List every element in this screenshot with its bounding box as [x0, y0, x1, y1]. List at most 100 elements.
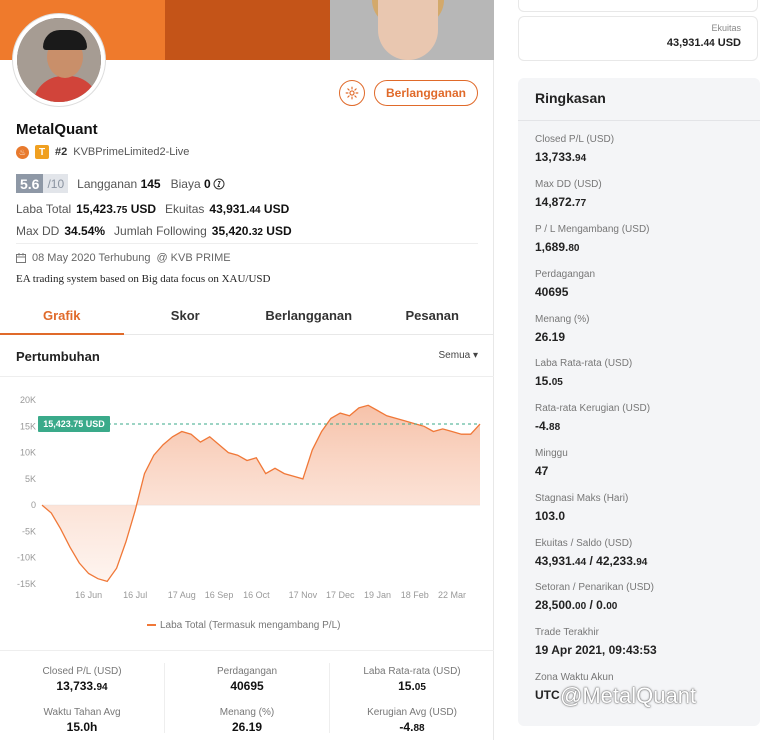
summary-title: Ringkasan	[535, 90, 606, 106]
current-value-label: 15,423.75 USD	[43, 419, 105, 429]
summary-item-value: 28,500.00 / 0.00	[535, 598, 618, 612]
server-name: KVBPrimeLimited2-Live	[73, 146, 190, 158]
x-tick-label: 16 Oct	[243, 590, 270, 600]
summary-item: Ekuitas / Saldo (USD) 43,931.44 / 42,233.…	[535, 538, 647, 568]
x-tick-label: 16 Jul	[123, 590, 147, 600]
summary-item-label: Perdagangan	[535, 269, 596, 280]
x-tick-label: 16 Jun	[75, 590, 102, 600]
x-tick-label: 22 Mar	[438, 590, 466, 600]
y-tick-label: 20K	[20, 395, 36, 405]
summary-item: Laba Rata-rata (USD) 15.05	[535, 358, 632, 388]
summary-item: Rata-rata Kerugian (USD) -4.88	[535, 403, 650, 433]
summary-item-label: Setoran / Penarikan (USD)	[535, 582, 654, 593]
maxdd-value: 34.54%	[64, 224, 106, 238]
stat-avg-hold: Waktu Tahan Avg 15.0h	[43, 707, 121, 734]
summary-item-value: 15.05	[535, 374, 563, 388]
maxdd-label: Max DD	[16, 224, 60, 238]
summary-item-label: Stagnasi Maks (Hari)	[535, 493, 629, 504]
rank: #2	[55, 146, 68, 158]
tab-skor[interactable]: Skor	[124, 297, 248, 334]
y-tick-label: 15K	[20, 421, 36, 431]
summary-item-label: Menang (%)	[535, 314, 590, 325]
summary-item-label: Max DD (USD)	[535, 179, 602, 190]
fee-label: Biaya	[170, 176, 201, 191]
trader-name: MetalQuant	[16, 121, 98, 138]
equity-card: Ekuitas 43,931.44 USD	[518, 16, 758, 61]
summary-item-value: 1,689.80	[535, 240, 580, 254]
y-tick-label: -10K	[17, 553, 36, 563]
subscribe-button[interactable]: Berlangganan	[374, 80, 478, 106]
summary-item-label: Ekuitas / Saldo (USD)	[535, 538, 633, 549]
following-value: 35,420.32 USD	[211, 224, 292, 238]
summary-item-value: 43,931.44 / 42,233.94	[535, 554, 648, 568]
summary-item-label: Zona Waktu Akun	[535, 672, 614, 683]
following-label: Jumlah Following	[114, 224, 207, 238]
t-badge-icon: T	[35, 145, 49, 159]
calendar-icon	[16, 253, 26, 263]
total-profit-value: 15,423.75 USD	[76, 202, 157, 216]
summary-item-value: 103.0	[535, 509, 566, 523]
y-tick-label: 0	[31, 500, 36, 510]
x-tick-label: 16 Sep	[205, 590, 234, 600]
avatar[interactable]	[13, 14, 105, 106]
settings-button[interactable]	[339, 80, 365, 106]
growth-header: Pertumbuhan Semua ▾	[0, 335, 494, 377]
summary-item-label: Trade Terakhir	[535, 627, 599, 638]
equity-card-value: 43,931.44 USD	[666, 37, 741, 49]
summary-item-label: Rata-rata Kerugian (USD)	[535, 403, 651, 414]
equity-label: Ekuitas	[165, 202, 205, 216]
summary-item-value: -4.88	[535, 419, 561, 433]
stat-trades: Perdagangan 40695	[216, 666, 278, 693]
summary-item-value: 13,733.94	[535, 150, 587, 164]
stats-grid: Closed P/L (USD) 13,733.94 Perdagangan 4…	[0, 650, 494, 740]
score-row: 5.6 /10 Langganan 145 Biaya 0	[16, 174, 225, 193]
growth-title: Pertumbuhan	[16, 349, 100, 364]
tab-grafik[interactable]: Grafik	[0, 297, 124, 335]
gear-icon	[345, 86, 359, 100]
tab-pesanan[interactable]: Pesanan	[371, 297, 495, 334]
banner-photo	[330, 0, 494, 60]
summary-item: Minggu 47	[535, 448, 568, 478]
total-profit-label: Laba Total	[16, 202, 72, 216]
summary-item-value: 14,872.77	[535, 195, 587, 209]
fee-value: 0	[204, 176, 211, 191]
y-tick-label: -5K	[22, 526, 36, 536]
score-value: 5.6	[16, 174, 44, 193]
summary-item-value: 26.19	[535, 330, 566, 344]
y-tick-label: -15K	[17, 579, 36, 589]
banner-photo-face	[378, 0, 438, 60]
banner-tile-dark-orange	[165, 0, 330, 60]
summary-panel: Ringkasan Closed P/L (USD) 13,733.94 Max D…	[518, 78, 760, 726]
summary-item-label: Closed P/L (USD)	[535, 134, 615, 145]
summary-item-label: Minggu	[535, 448, 568, 459]
connected-date: 08 May 2020 Terhubung	[32, 252, 151, 264]
summary-item: Max DD (USD) 14,872.77	[535, 179, 602, 209]
summary-item-label: P / L Mengambang (USD)	[535, 224, 650, 235]
strategy-description: EA trading system based on Big data focu…	[16, 273, 271, 285]
avatar-hair	[43, 30, 87, 50]
equity-card-label: Ekuitas	[711, 23, 741, 33]
growth-chart: 20K 15K 10K 5K 0 -5K -10K -15K 15,423.75 USD 16 J…	[0, 378, 494, 650]
x-tick-label: 17 Dec	[326, 590, 355, 600]
y-tick-label: 5K	[25, 474, 36, 484]
info-icon[interactable]	[213, 178, 225, 190]
connected-row: 08 May 2020 Terhubung @ KVB PRIME	[16, 252, 231, 264]
profile-panel: Berlangganan MetalQuant ♨ T #2 KVBPrimeL…	[0, 0, 494, 740]
stat-avg-profit: Laba Rata-rata (USD) 15.05	[363, 666, 461, 693]
growth-range-select[interactable]: Semua ▾	[439, 350, 478, 361]
tab-berlangganan[interactable]: Berlangganan	[247, 297, 371, 334]
summary-item: Trade Terakhir 19 Apr 2021, 09:43:53	[535, 627, 657, 657]
summary-item: P / L Mengambang (USD) 1,689.80	[535, 224, 650, 254]
y-tick-label: 10K	[20, 448, 36, 458]
summary-item: Stagnasi Maks (Hari) 103.0	[535, 493, 628, 523]
summary-item-value: 19 Apr 2021, 09:43:53	[535, 643, 657, 657]
broker-name: @ KVB PRIME	[156, 252, 231, 264]
flame-icon: ♨	[16, 145, 29, 159]
profile-divider	[16, 243, 478, 244]
profit-equity-row: Laba Total 15,423.75 USD Ekuitas 43,931.…	[16, 202, 289, 216]
summary-item-value: 40695	[535, 285, 569, 299]
summary-item: Menang (%) 26.19	[535, 314, 589, 344]
summary-item: Closed P/L (USD) 13,733.94	[535, 134, 614, 164]
x-tick-label: 17 Nov	[289, 590, 318, 600]
x-tick-label: 17 Aug	[168, 590, 196, 600]
